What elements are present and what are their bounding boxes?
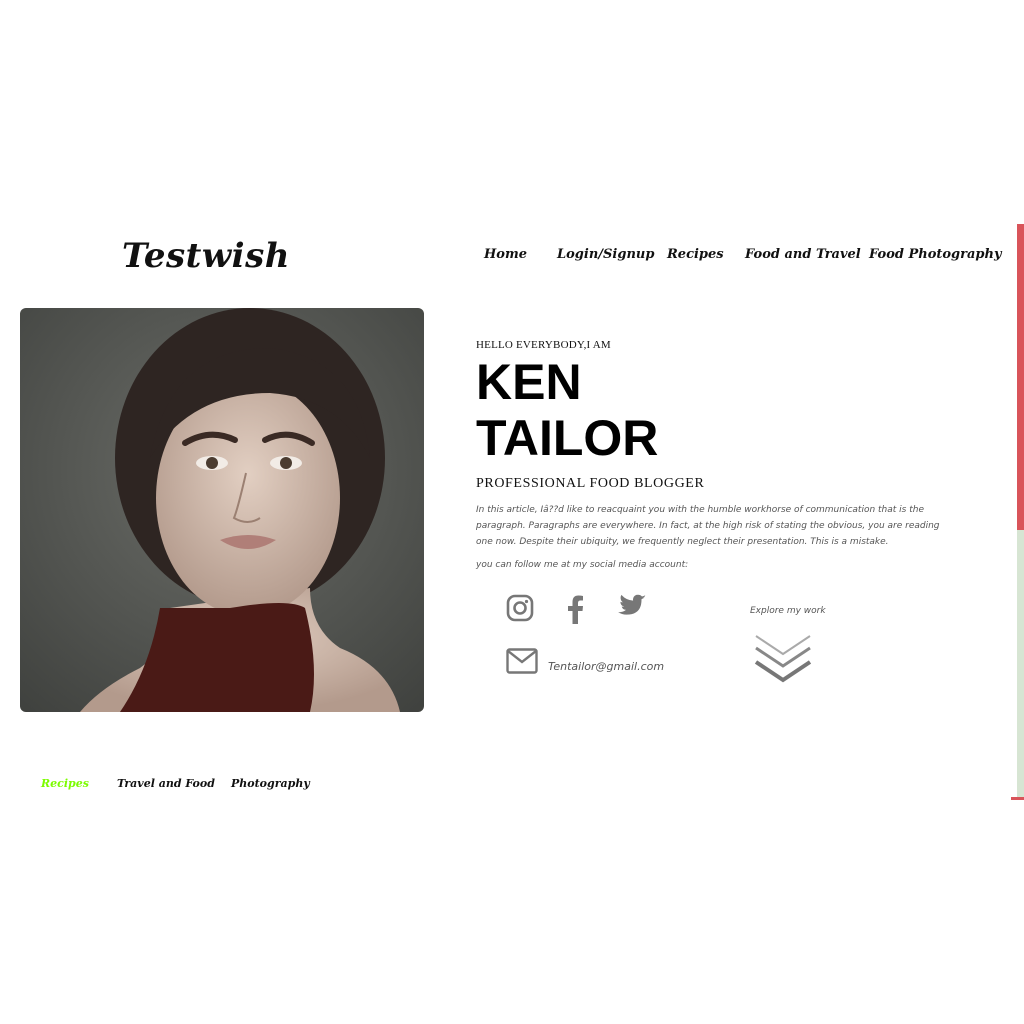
hero-subtitle: PROFESSIONAL FOOD BLOGGER	[476, 476, 705, 491]
chevron-down-icon[interactable]	[754, 634, 812, 686]
hero-name-last: TAILOR	[476, 410, 659, 466]
scrollbar-thumb[interactable]	[1017, 224, 1024, 530]
envelope-icon[interactable]	[506, 648, 538, 674]
explore-text: Explore my work	[750, 606, 826, 616]
tab-travel-and-food[interactable]: Travel and Food	[117, 777, 215, 790]
nav-food-photography[interactable]: Food Photography	[869, 247, 1002, 262]
profile-photo	[20, 308, 424, 712]
site-logo[interactable]: Testwish	[122, 236, 290, 276]
nav-login-signup[interactable]: Login/Signup	[557, 247, 654, 262]
nav-recipes[interactable]: Recipes	[667, 247, 724, 262]
hero-name: KEN TAILOR	[476, 354, 658, 466]
twitter-icon[interactable]	[617, 594, 647, 624]
scrollbar-end-marker	[1011, 797, 1024, 800]
page: Testwish Home Login/Signup Recipes Food …	[0, 0, 1024, 1024]
nav-food-and-travel[interactable]: Food and Travel	[745, 247, 861, 262]
hero-paragraph: In this article, Iâ??d like to reacquain…	[476, 505, 940, 547]
email-address[interactable]: Tentailor@gmail.com	[548, 660, 664, 673]
scrollbar[interactable]	[1017, 224, 1024, 800]
greeting-text: HELLO EVERYBODY,I AM	[476, 339, 611, 351]
tab-recipes[interactable]: Recipes	[41, 777, 89, 790]
tab-photography[interactable]: Photography	[231, 777, 310, 790]
facebook-icon[interactable]	[564, 594, 594, 624]
follow-text: you can follow me at my social media acc…	[476, 560, 689, 570]
nav-home[interactable]: Home	[484, 247, 527, 262]
instagram-icon[interactable]	[506, 594, 536, 624]
hero-name-first: KEN	[476, 354, 582, 410]
